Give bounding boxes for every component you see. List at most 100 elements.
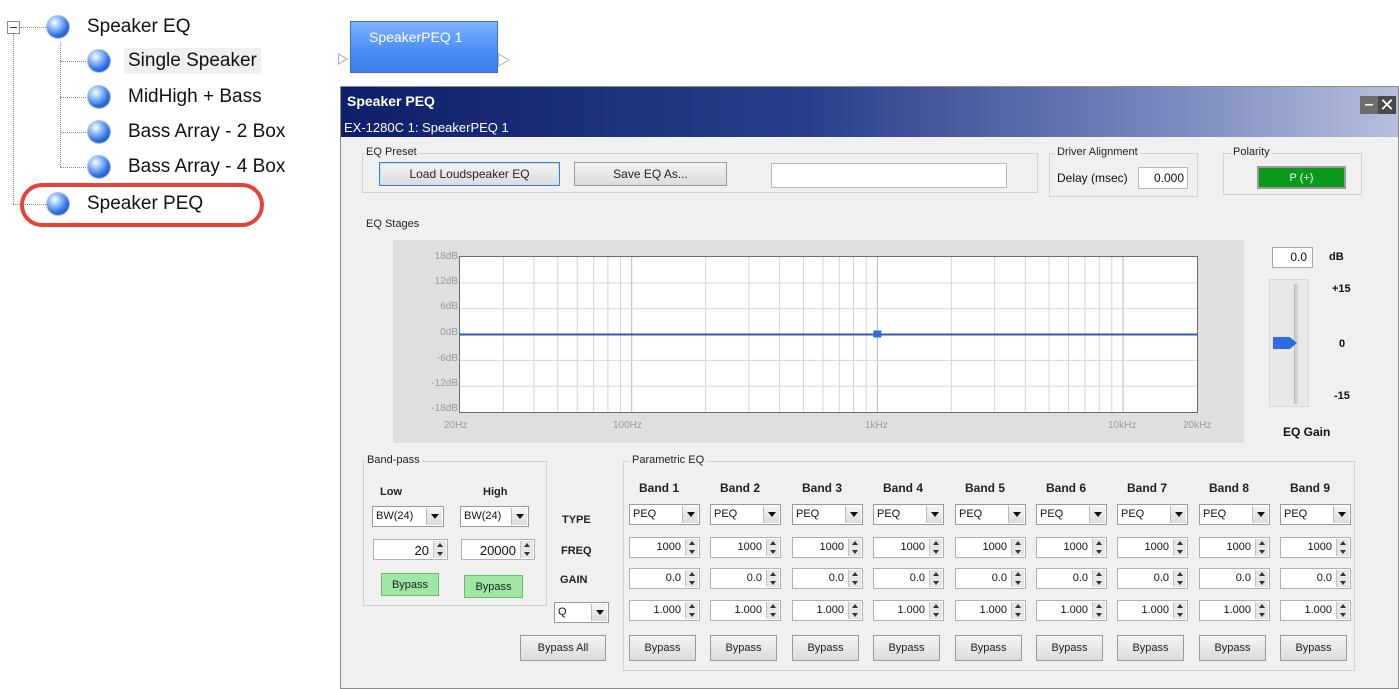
output-pin-icon[interactable]	[498, 53, 510, 67]
spin-arrows-icon[interactable]	[1255, 539, 1268, 556]
band-type-select[interactable]: PEQ	[1280, 504, 1351, 525]
load-loudspeaker-eq-button[interactable]: Load Loudspeaker EQ	[379, 162, 560, 186]
chevron-down-icon[interactable]	[591, 604, 607, 621]
spin-arrows-icon[interactable]	[1092, 602, 1105, 619]
preset-name-field[interactable]	[771, 163, 1007, 188]
band-q-spinner[interactable]: 1.000	[955, 600, 1026, 621]
band-gain-spinner[interactable]: 0.0	[792, 568, 863, 589]
spin-arrows-icon[interactable]	[433, 541, 446, 558]
band-bypass-button[interactable]: Bypass	[1199, 635, 1266, 661]
tree-node-bass-array-2[interactable]: Bass Array - 2 Box	[88, 117, 289, 147]
band-freq-spinner[interactable]: 1000	[1036, 537, 1107, 558]
spin-arrows-icon[interactable]	[1336, 570, 1349, 587]
tree-node-midhigh-bass[interactable]: MidHigh + Bass	[88, 82, 266, 112]
band-q-spinner[interactable]: 1.000	[792, 600, 863, 621]
spin-arrows-icon[interactable]	[848, 539, 861, 556]
band-gain-spinner[interactable]: 0.0	[710, 568, 781, 589]
band-freq-spinner[interactable]: 1000	[629, 537, 700, 558]
band-q-spinner[interactable]: 1.000	[629, 600, 700, 621]
spin-arrows-icon[interactable]	[766, 539, 779, 556]
band-freq-spinner[interactable]: 1000	[1280, 537, 1351, 558]
band-gain-spinner[interactable]: 0.0	[1280, 568, 1351, 589]
band-bypass-button[interactable]: Bypass	[629, 635, 696, 661]
high-filter-type-select[interactable]: BW(24)	[460, 506, 529, 527]
collapse-icon[interactable]	[7, 21, 20, 34]
chevron-down-icon[interactable]	[926, 506, 942, 523]
band-freq-spinner[interactable]: 1000	[792, 537, 863, 558]
spin-arrows-icon[interactable]	[685, 602, 698, 619]
spin-arrows-icon[interactable]	[1092, 539, 1105, 556]
chevron-down-icon[interactable]	[845, 506, 861, 523]
band-gain-spinner[interactable]: 0.0	[955, 568, 1026, 589]
title-bar[interactable]: Speaker PEQ EX-1280C 1: SpeakerPEQ 1 – ✕	[341, 87, 1398, 137]
spin-arrows-icon[interactable]	[685, 570, 698, 587]
spin-arrows-icon[interactable]	[1173, 539, 1186, 556]
spin-arrows-icon[interactable]	[1255, 602, 1268, 619]
spin-arrows-icon[interactable]	[766, 570, 779, 587]
band-freq-spinner[interactable]: 1000	[1199, 537, 1270, 558]
input-pin-icon[interactable]	[338, 53, 348, 65]
chevron-down-icon[interactable]	[1252, 506, 1268, 523]
band-gain-spinner[interactable]: 0.0	[629, 568, 700, 589]
chevron-down-icon[interactable]	[1008, 506, 1024, 523]
spin-arrows-icon[interactable]	[1011, 539, 1024, 556]
eq-gain-field[interactable]: 0.0	[1272, 247, 1313, 268]
spin-arrows-icon[interactable]	[1092, 570, 1105, 587]
tree-node-bass-array-4[interactable]: Bass Array - 4 Box	[88, 152, 289, 182]
high-bypass-button[interactable]: Bypass	[464, 575, 523, 598]
spin-arrows-icon[interactable]	[685, 539, 698, 556]
band-gain-spinner[interactable]: 0.0	[1036, 568, 1107, 589]
low-bypass-button[interactable]: Bypass	[381, 573, 439, 596]
band-freq-spinner[interactable]: 1000	[710, 537, 781, 558]
save-eq-as-button[interactable]: Save EQ As...	[574, 162, 727, 186]
high-freq-spinner[interactable]: 20000	[461, 539, 535, 560]
spin-arrows-icon[interactable]	[848, 602, 861, 619]
minimize-icon[interactable]: –	[1360, 96, 1378, 114]
band-freq-spinner[interactable]: 1000	[873, 537, 944, 558]
spin-arrows-icon[interactable]	[1011, 570, 1024, 587]
close-icon[interactable]: ✕	[1378, 96, 1396, 114]
band-bypass-button[interactable]: Bypass	[1117, 635, 1184, 661]
band-q-spinner[interactable]: 1.000	[1280, 600, 1351, 621]
band-type-select[interactable]: PEQ	[710, 504, 781, 525]
band-q-spinner[interactable]: 1.000	[1199, 600, 1270, 621]
band-bypass-button[interactable]: Bypass	[873, 635, 940, 661]
low-freq-spinner[interactable]: 20	[373, 539, 448, 560]
band-freq-spinner[interactable]: 1000	[1117, 537, 1188, 558]
spin-arrows-icon[interactable]	[929, 602, 942, 619]
spin-arrows-icon[interactable]	[1255, 570, 1268, 587]
tree-node-single-speaker[interactable]: Single Speaker	[88, 46, 261, 76]
spin-arrows-icon[interactable]	[1173, 602, 1186, 619]
chevron-down-icon[interactable]	[763, 506, 779, 523]
band-type-select[interactable]: PEQ	[1117, 504, 1188, 525]
chevron-down-icon[interactable]	[426, 508, 442, 525]
spin-arrows-icon[interactable]	[1173, 570, 1186, 587]
band-type-select[interactable]: PEQ	[1199, 504, 1270, 525]
band-type-select[interactable]: PEQ	[629, 504, 700, 525]
spin-arrows-icon[interactable]	[766, 602, 779, 619]
spin-arrows-icon[interactable]	[929, 539, 942, 556]
chevron-down-icon[interactable]	[682, 506, 698, 523]
q-mode-select[interactable]: Q	[554, 602, 609, 623]
band-freq-spinner[interactable]: 1000	[955, 537, 1026, 558]
spin-arrows-icon[interactable]	[1336, 602, 1349, 619]
band-type-select[interactable]: PEQ	[873, 504, 944, 525]
chevron-down-icon[interactable]	[511, 508, 527, 525]
band-bypass-button[interactable]: Bypass	[710, 635, 777, 661]
bypass-all-button[interactable]: Bypass All	[520, 635, 606, 661]
polarity-toggle[interactable]: P (+)	[1257, 166, 1346, 189]
spin-arrows-icon[interactable]	[848, 570, 861, 587]
speaker-peq-block[interactable]: SpeakerPEQ 1	[350, 21, 498, 73]
band-bypass-button[interactable]: Bypass	[792, 635, 859, 661]
low-filter-type-select[interactable]: BW(24)	[372, 506, 444, 527]
band-gain-spinner[interactable]: 0.0	[1199, 568, 1270, 589]
tree-node-speaker-eq[interactable]: Speaker EQ	[47, 12, 195, 42]
band-bypass-button[interactable]: Bypass	[955, 635, 1022, 661]
band-gain-spinner[interactable]: 0.0	[1117, 568, 1188, 589]
spin-arrows-icon[interactable]	[929, 570, 942, 587]
band-q-spinner[interactable]: 1.000	[873, 600, 944, 621]
band-q-spinner[interactable]: 1.000	[1036, 600, 1107, 621]
band-gain-spinner[interactable]: 0.0	[873, 568, 944, 589]
band-bypass-button[interactable]: Bypass	[1280, 635, 1347, 661]
band-type-select[interactable]: PEQ	[955, 504, 1026, 525]
